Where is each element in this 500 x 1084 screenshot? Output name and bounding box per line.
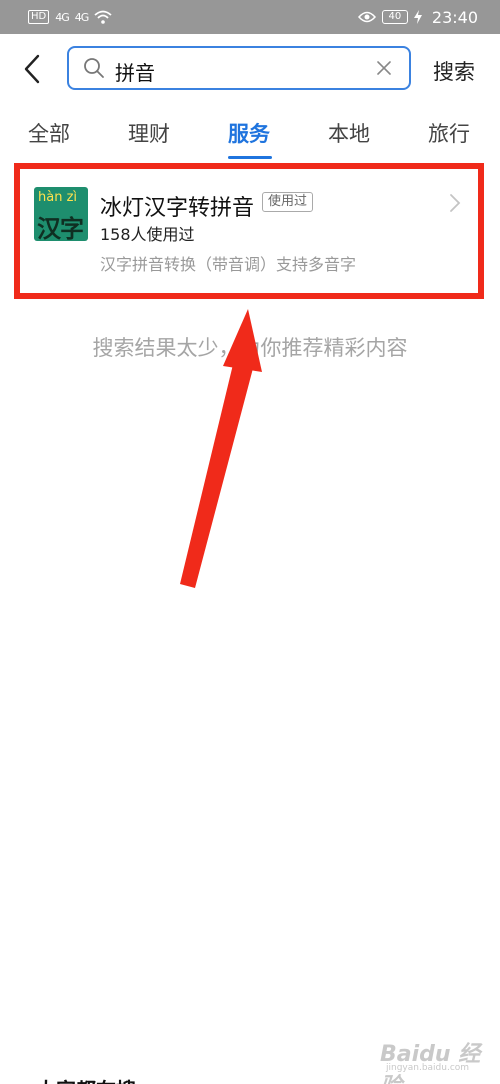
search-header: 拼音 搜索 (0, 34, 500, 104)
charging-icon (413, 10, 422, 24)
watermark: Baidu 经验 jingyan.baidu.com (380, 1036, 490, 1084)
back-button[interactable] (18, 50, 48, 88)
used-badge: 使用过 (262, 192, 314, 212)
status-right: 40 23:40 (357, 7, 478, 27)
app-icon[interactable]: hàn zì 汉字 (34, 187, 88, 241)
tab-services[interactable]: 服务 (228, 118, 270, 148)
wifi-icon (94, 10, 112, 24)
tab-active-indicator (228, 156, 272, 159)
search-query[interactable]: 拼音 (115, 57, 155, 86)
close-icon[interactable] (375, 59, 393, 77)
app-name[interactable]: 冰灯汉字转拼音 (100, 190, 254, 222)
watermark-logo: Baidu 经验 (380, 1042, 481, 1084)
status-time: 23:40 (431, 7, 478, 27)
category-tabs: 全部 理财 服务 本地 旅行 (0, 112, 500, 162)
battery-icon: 40 (381, 10, 408, 24)
app-description: 汉字拼音转换（带音调）支持多音字 (100, 255, 357, 274)
search-button[interactable]: 搜索 (433, 56, 475, 86)
eye-icon (357, 11, 376, 23)
app-icon-hanzi: 汉字 (37, 215, 84, 241)
popular-searches-heading: 大家都在搜 (36, 1074, 136, 1084)
status-bar: HD 4G 4G 40 23:40 (0, 0, 500, 34)
tab-all[interactable]: 全部 (28, 118, 70, 148)
watermark-url: jingyan.baidu.com (386, 1063, 470, 1073)
tab-travel[interactable]: 旅行 (428, 118, 470, 148)
hd-badge: HD (28, 10, 50, 24)
chevron-left-icon (24, 54, 40, 84)
tab-finance[interactable]: 理财 (128, 118, 170, 148)
signal-icon: 4G (55, 10, 69, 24)
few-results-notice: 搜索结果太少，为你推荐精彩内容 (92, 336, 408, 360)
app-icon-pinyin: hàn zì (38, 190, 78, 205)
user-count: 158人使用过 (100, 225, 195, 244)
tab-local[interactable]: 本地 (328, 118, 370, 148)
status-left: HD 4G 4G (28, 10, 112, 24)
search-icon (84, 58, 104, 78)
search-input[interactable]: 拼音 (67, 46, 411, 90)
chevron-right-icon[interactable] (448, 192, 462, 214)
signal-icon: 4G (74, 10, 89, 24)
